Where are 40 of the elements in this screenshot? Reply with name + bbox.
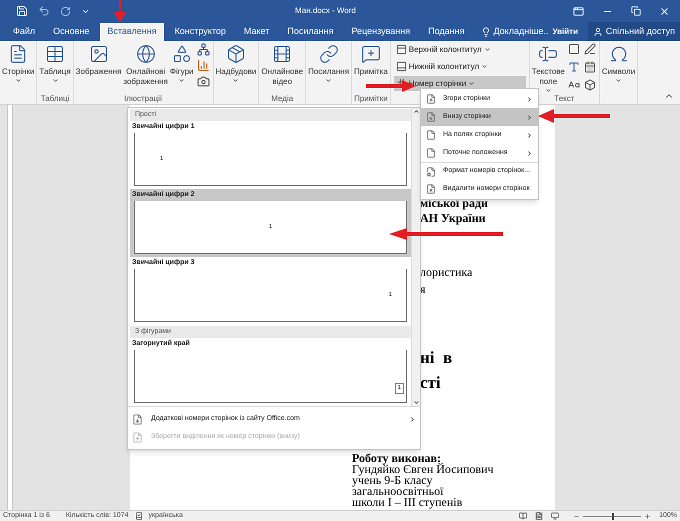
document-text: міської ради <box>420 196 489 210</box>
tell-me-field[interactable]: Докладніше.. <box>493 24 548 38</box>
group-label: Таблиці <box>40 94 70 104</box>
ribbon-button[interactable]: Примітка <box>353 41 389 94</box>
ribbon-button[interactable]: Символи <box>600 41 636 94</box>
header-footer-button[interactable]: Верхній колонтитул <box>394 42 526 57</box>
ribbon-button[interactable]: Посилання <box>307 41 350 94</box>
document-text: АН України <box>420 211 487 225</box>
group-label: Примітки <box>354 94 388 104</box>
document-text: сті <box>420 373 442 393</box>
document-text: загальноосвітньої <box>352 486 444 497</box>
ribbon-tab[interactable]: Подання <box>421 23 472 41</box>
group-label: Ілюстрації <box>124 94 162 104</box>
ribbon-button[interactable]: Онлайнові зображення <box>122 41 169 94</box>
ribbon-tab[interactable]: Основне <box>46 23 96 41</box>
ribbon-button[interactable]: Зображення <box>74 41 122 94</box>
ribbon-tab[interactable]: Файл <box>6 23 42 41</box>
ribbon-tab[interactable]: Вставлення <box>100 23 164 41</box>
ribbon-button[interactable]: Онлайнове відео <box>260 41 304 94</box>
ribbon-button[interactable]: Текстове поле <box>530 41 566 94</box>
document-text: школи І – ІІІ ступенів <box>352 497 464 508</box>
ribbon-button[interactable]: Таблиця <box>38 41 72 94</box>
ribbon-tab[interactable]: Конструктор <box>168 23 233 41</box>
group-label: Текст <box>554 94 574 104</box>
share-button[interactable]: Спільний доступ <box>588 22 680 41</box>
header-footer-button[interactable]: Нижній колонтитул <box>394 59 526 74</box>
document-text: Роботу виконав: <box>352 453 441 464</box>
document-text: лористика <box>420 265 474 279</box>
ribbon-button[interactable]: Надбудови <box>214 41 258 94</box>
ribbon-tab[interactable]: Макет <box>236 23 276 41</box>
window-title: Ман.docx - Word <box>295 5 356 17</box>
ribbon-tab[interactable]: Посилання <box>280 23 340 41</box>
group-label: Медіа <box>271 94 294 104</box>
ribbon-button[interactable]: Фігури <box>168 41 194 94</box>
ribbon-tab[interactable]: Рецензування <box>344 23 418 41</box>
sign-in-link[interactable]: Увійти <box>552 22 578 41</box>
document-text: ні в <box>420 348 454 368</box>
document-text: учень 9-Б класу <box>352 475 432 486</box>
document-text: Гундяйко Євген Йосипович <box>352 464 495 475</box>
ribbon-button[interactable]: Сторінки <box>1 41 36 94</box>
